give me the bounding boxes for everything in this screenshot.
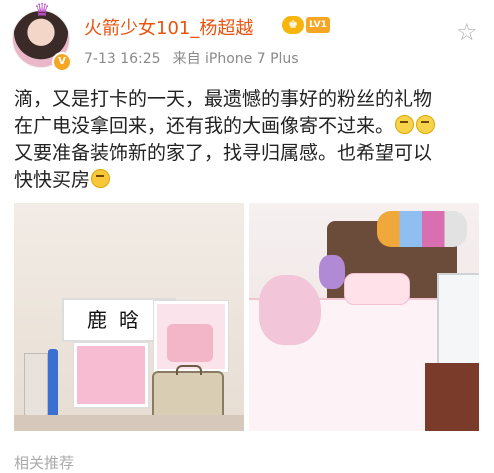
favorite-star-icon[interactable]: ☆: [456, 20, 480, 44]
crown-badge-icon: ♚: [282, 16, 304, 34]
plush-toys: [377, 211, 467, 247]
pink-gift-box: [74, 343, 148, 407]
sad-face-icon: [416, 115, 436, 134]
shelf-surface: [14, 415, 244, 431]
blue-spray-bottle: [48, 349, 58, 425]
storage-cart: [437, 273, 479, 367]
crown-icon: ♛: [34, 0, 51, 21]
verified-badge: V: [52, 52, 72, 72]
level-badge: LV1: [306, 17, 330, 33]
unicorn-plush: [259, 275, 321, 345]
post-text-line-4-text: 快快买房: [14, 169, 91, 191]
laughing-face-icon: [91, 169, 111, 188]
footer-partial-text: 相关推荐: [14, 454, 75, 472]
sad-face-icon: [395, 115, 415, 134]
post-image-right[interactable]: [249, 203, 479, 431]
post-source: 来自 iPhone 7 Plus: [172, 51, 299, 67]
post-header: ♛ V 火箭少女101_杨超越 ♚ LV1 7-13 16:25 来自 iPhon…: [0, 0, 494, 80]
post-time: 7-13 16:25: [84, 51, 161, 67]
username-link[interactable]: 火箭少女101_杨超越: [84, 14, 253, 40]
post-text-line-2-text: 在广电没拿回来，还有我的大画像寄不过来。: [14, 115, 395, 137]
pillow: [344, 273, 410, 305]
poster-art: [167, 324, 213, 362]
post-text-line-2: 在广电没拿回来，还有我的大画像寄不过来。: [14, 113, 484, 140]
wood-floor: [425, 363, 479, 431]
post-text-line-4: 快快买房: [14, 167, 484, 194]
post-text-line-1: 滴，又是打卡的一天，最遗憾的事好的粉丝的礼物: [14, 88, 433, 110]
post-meta: 7-13 16:25 来自 iPhone 7 Plus: [84, 48, 299, 68]
post-text: 滴，又是打卡的一天，最遗憾的事好的粉丝的礼物 在广电没拿回来，还有我的大画像寄不…: [14, 86, 484, 194]
post-text-line-3: 又要准备装饰新的家了，找寻归属感。也希望可以: [14, 142, 433, 164]
poster-frame: [154, 301, 228, 372]
post-image-left[interactable]: 鹿晗: [14, 203, 244, 431]
purple-plush: [319, 255, 345, 289]
